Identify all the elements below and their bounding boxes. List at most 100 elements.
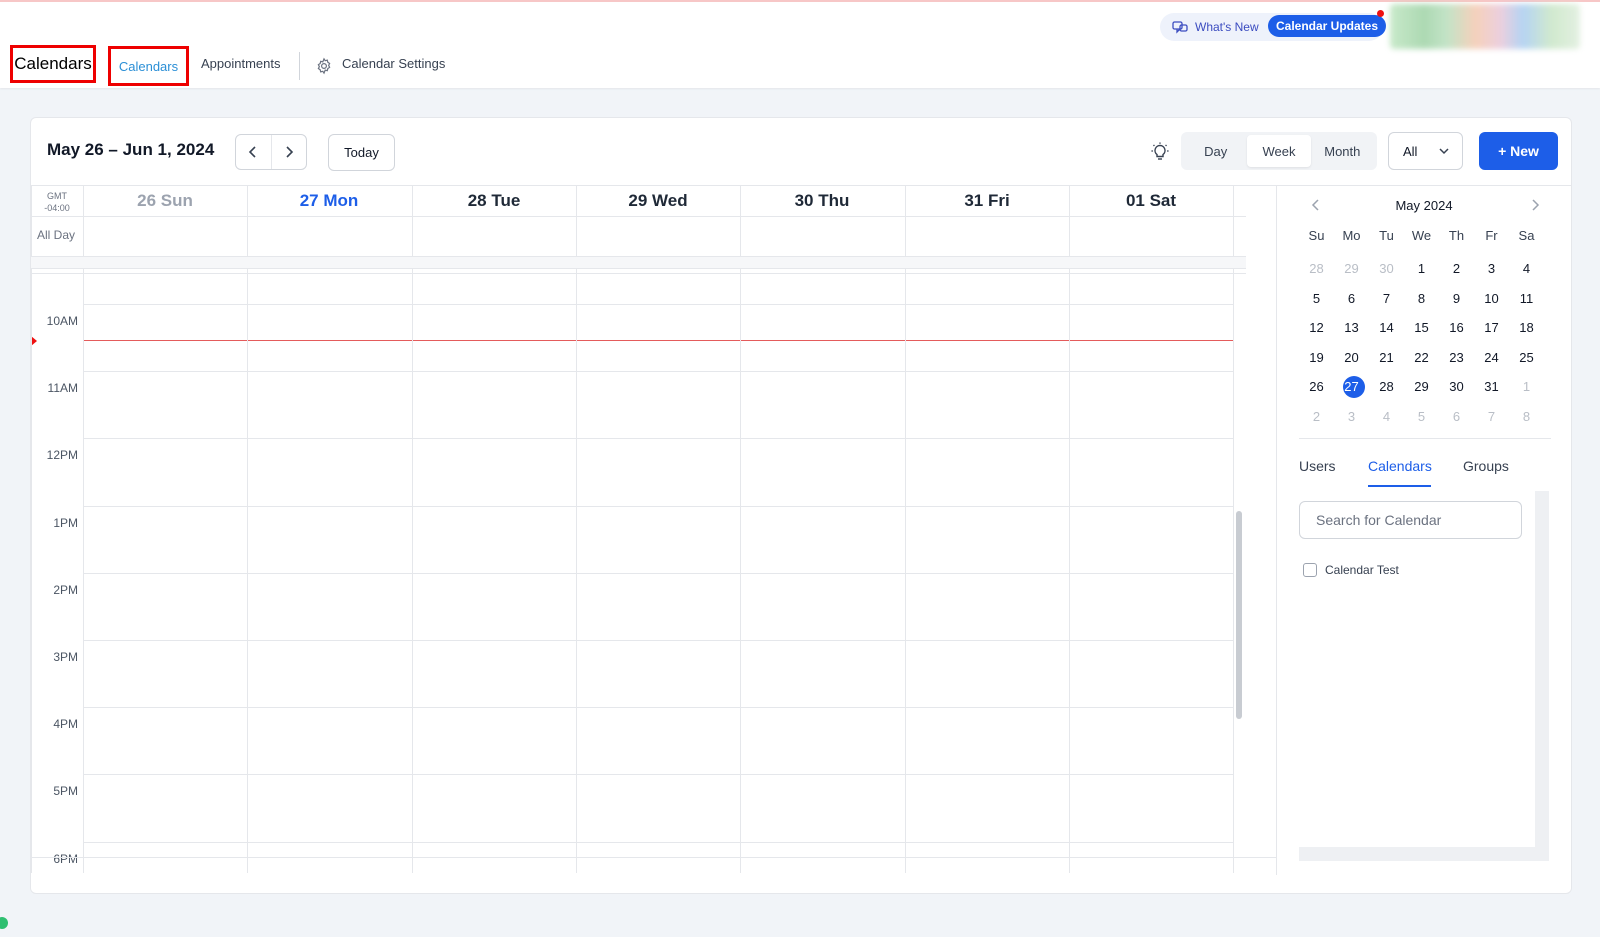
hour-line xyxy=(83,640,1233,641)
chevron-right-icon xyxy=(286,146,293,158)
mini-next-month-icon[interactable] xyxy=(1530,198,1540,212)
user-avatars[interactable] xyxy=(1390,4,1580,49)
prev-week-button[interactable] xyxy=(236,135,272,169)
mini-day[interactable]: 28 xyxy=(1369,379,1404,394)
mini-day[interactable]: 28 xyxy=(1299,261,1334,276)
grid-column-line xyxy=(1069,186,1070,873)
mini-day[interactable]: 1 xyxy=(1509,379,1544,394)
mini-day[interactable]: 3 xyxy=(1474,261,1509,276)
hour-line xyxy=(83,573,1233,574)
timezone-label: GMT -04:00 xyxy=(31,186,83,216)
grid-column-line xyxy=(412,186,413,873)
tab-calendars[interactable]: Calendars xyxy=(108,46,189,86)
mini-day[interactable]: 4 xyxy=(1509,261,1544,276)
tab-side-calendars[interactable]: Calendars xyxy=(1368,458,1432,474)
mini-day[interactable]: 29 xyxy=(1404,379,1439,394)
mini-day[interactable]: 9 xyxy=(1439,291,1474,306)
mini-dow-label: Tu xyxy=(1379,228,1394,243)
mini-day[interactable]: 17 xyxy=(1474,320,1509,335)
view-month-tab[interactable]: Month xyxy=(1311,135,1374,167)
mini-day[interactable]: 22 xyxy=(1404,350,1439,365)
mini-day[interactable]: 26 xyxy=(1299,379,1334,394)
filter-value: All xyxy=(1403,143,1418,159)
calendar-list-item[interactable]: Calendar Test xyxy=(1303,563,1399,577)
hour-label: 2PM xyxy=(53,583,78,597)
today-button[interactable]: Today xyxy=(328,134,395,171)
grid-column-line xyxy=(247,186,248,873)
hour-line xyxy=(83,774,1233,775)
mini-day[interactable]: 29 xyxy=(1334,261,1369,276)
grid-column-line xyxy=(740,186,741,873)
hour-label: 5PM xyxy=(53,784,78,798)
mini-day[interactable]: 5 xyxy=(1404,409,1439,424)
mini-day[interactable]: 10 xyxy=(1474,291,1509,306)
mini-dow-label: We xyxy=(1411,228,1432,243)
day-header[interactable]: 29 Wed xyxy=(576,186,740,216)
tab-groups[interactable]: Groups xyxy=(1463,458,1509,474)
hour-label: 1PM xyxy=(53,516,78,530)
mini-day[interactable]: 20 xyxy=(1334,350,1369,365)
mini-day[interactable]: 19 xyxy=(1299,350,1334,365)
calendar-checkbox[interactable] xyxy=(1303,563,1317,577)
mini-day[interactable]: 30 xyxy=(1439,379,1474,394)
view-day-tab[interactable]: Day xyxy=(1184,135,1247,167)
gear-icon[interactable] xyxy=(315,57,333,75)
day-header[interactable]: 31 Fri xyxy=(905,186,1069,216)
mini-dow-label: Sa xyxy=(1518,228,1535,243)
mini-day[interactable]: 8 xyxy=(1509,409,1544,424)
grid-scrollbar[interactable] xyxy=(1236,511,1242,719)
mini-day[interactable]: 15 xyxy=(1404,320,1439,335)
mini-day[interactable]: 7 xyxy=(1369,291,1404,306)
calendar-updates-badge[interactable]: Calendar Updates xyxy=(1268,15,1387,37)
mini-day[interactable]: 2 xyxy=(1439,261,1474,276)
day-header[interactable]: 30 Thu xyxy=(740,186,904,216)
mini-day[interactable]: 12 xyxy=(1299,320,1334,335)
current-time-line xyxy=(83,340,1233,341)
mini-day[interactable]: 4 xyxy=(1369,409,1404,424)
mini-day[interactable]: 23 xyxy=(1439,350,1474,365)
hour-line xyxy=(83,304,1233,305)
mini-calendar-title: May 2024 xyxy=(1395,198,1453,213)
new-event-button[interactable]: + New xyxy=(1479,132,1558,170)
mini-day[interactable]: 8 xyxy=(1404,291,1439,306)
next-week-button[interactable] xyxy=(272,135,307,169)
mini-dow-label: Mo xyxy=(1342,228,1361,243)
timezone-offset: -04:00 xyxy=(44,203,70,213)
mini-day[interactable]: 16 xyxy=(1439,320,1474,335)
mini-day[interactable]: 11 xyxy=(1509,291,1544,306)
chevron-left-icon xyxy=(249,146,256,158)
mini-day[interactable]: 24 xyxy=(1474,350,1509,365)
day-header[interactable]: 28 Tue xyxy=(412,186,576,216)
filter-select[interactable]: All xyxy=(1388,132,1463,170)
hour-label: 3PM xyxy=(53,650,78,664)
view-week-tab[interactable]: Week xyxy=(1247,135,1311,167)
mini-day[interactable]: 30 xyxy=(1369,261,1404,276)
mini-day[interactable]: 14 xyxy=(1369,320,1404,335)
grid-column-line xyxy=(83,186,84,873)
all-day-separator xyxy=(31,257,1246,268)
calendar-search-input[interactable] xyxy=(1299,501,1522,539)
mini-day[interactable]: 25 xyxy=(1509,350,1544,365)
day-header[interactable]: 01 Sat xyxy=(1069,186,1233,216)
mini-day[interactable]: 31 xyxy=(1474,379,1509,394)
mini-day[interactable]: 1 xyxy=(1404,261,1439,276)
tab-users[interactable]: Users xyxy=(1299,458,1336,474)
mini-day[interactable]: 18 xyxy=(1509,320,1544,335)
tab-calendar-settings[interactable]: Calendar Settings xyxy=(342,56,445,71)
tab-appointments[interactable]: Appointments xyxy=(201,56,281,71)
mini-day[interactable]: 5 xyxy=(1299,291,1334,306)
mini-day[interactable]: 27 xyxy=(1334,379,1369,394)
chevron-down-icon xyxy=(1439,148,1449,155)
status-indicator xyxy=(0,917,8,929)
mini-day[interactable]: 6 xyxy=(1439,409,1474,424)
all-day-label: All Day xyxy=(37,228,76,242)
day-header[interactable]: 26 Sun xyxy=(83,186,247,216)
mini-day[interactable]: 13 xyxy=(1334,320,1369,335)
mini-day[interactable]: 3 xyxy=(1334,409,1369,424)
mini-day[interactable]: 7 xyxy=(1474,409,1509,424)
day-header[interactable]: 27 Mon xyxy=(247,186,411,216)
lightbulb-icon[interactable] xyxy=(1151,142,1169,162)
mini-day[interactable]: 2 xyxy=(1299,409,1334,424)
mini-day[interactable]: 6 xyxy=(1334,291,1369,306)
mini-day[interactable]: 21 xyxy=(1369,350,1404,365)
